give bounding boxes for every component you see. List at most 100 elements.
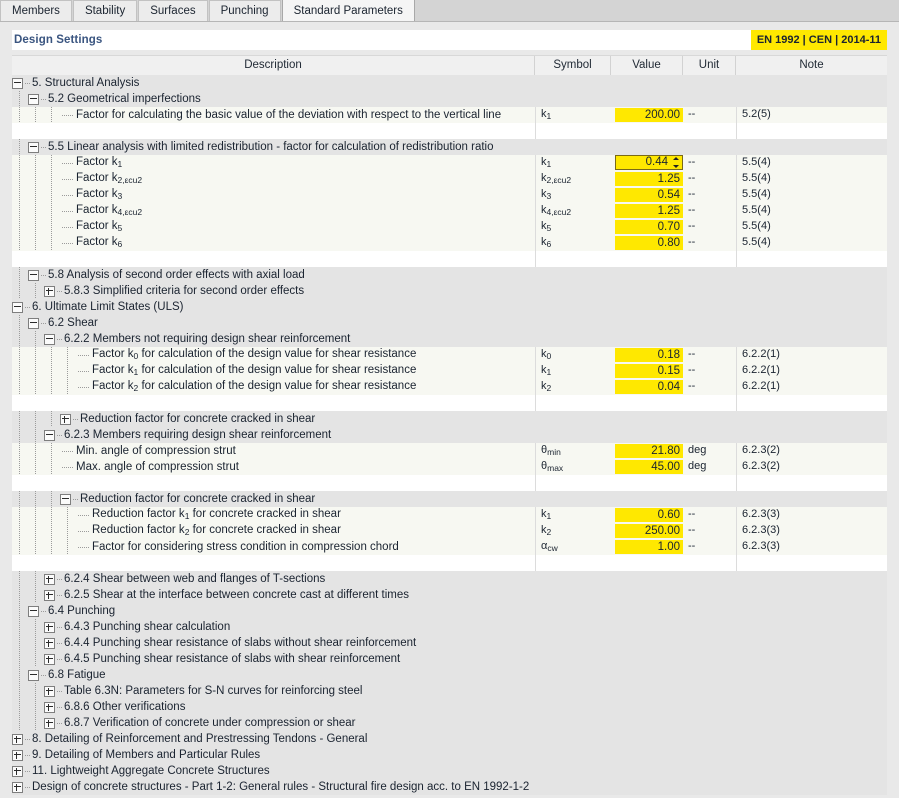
column-header-description[interactable]: Description [12,56,535,75]
value-input[interactable]: 200.00 [615,108,683,122]
parameter-row[interactable]: Factor k2,εcu2k2,εcu21.25--5.5(4) [12,171,887,187]
value-input[interactable]: 1.00 [615,540,683,554]
tree-group-row[interactable]: 6.4.3 Punching shear calculation [12,619,887,635]
value-input[interactable]: 0.15 [615,364,683,378]
tree-group-row[interactable]: 6. Ultimate Limit States (ULS) [12,299,887,315]
collapse-icon[interactable] [28,270,39,281]
parameter-row[interactable]: Reduction factor k2 for concrete cracked… [12,523,887,539]
expand-icon[interactable] [12,766,23,777]
value-input[interactable]: 0.60 [615,508,683,522]
column-header-unit[interactable]: Unit [683,56,736,75]
tree-group-row[interactable]: 5.8 Analysis of second order effects wit… [12,267,887,283]
parameter-row[interactable]: Max. angle of compression strutθmax45.00… [12,459,887,475]
parameter-row[interactable]: Factor k4,εcu2k4,εcu21.25--5.5(4) [12,203,887,219]
value-input[interactable]: 21.80 [615,444,683,458]
tree-group-row[interactable]: 5.2 Geometrical imperfections [12,91,887,107]
expand-icon[interactable] [12,750,23,761]
expand-icon[interactable] [12,782,23,793]
tree-group-row[interactable]: 6.4 Punching [12,603,887,619]
expand-icon[interactable] [44,638,55,649]
collapse-icon[interactable] [12,78,23,89]
column-header-symbol[interactable]: Symbol [535,56,611,75]
parameter-row[interactable]: Min. angle of compression strutθmin21.80… [12,443,887,459]
collapse-icon[interactable] [44,334,55,345]
tab-standard-parameters[interactable]: Standard Parameters [282,0,415,21]
parameter-row[interactable]: Factor k5k50.70--5.5(4) [12,219,887,235]
tree-group-row[interactable]: 9. Detailing of Members and Particular R… [12,747,887,763]
tab-stability[interactable]: Stability [73,0,137,21]
tree-group-row[interactable]: 11. Lightweight Aggregate Concrete Struc… [12,763,887,779]
value-cell[interactable]: 0.18 [611,347,683,363]
value-cell[interactable]: 1.25 [611,171,683,187]
value-input[interactable]: 45.00 [615,460,683,474]
tree-group-row[interactable]: Reduction factor for concrete cracked in… [12,411,887,427]
value-cell[interactable]: 0.54 [611,187,683,203]
expand-icon[interactable] [44,574,55,585]
value-input[interactable]: 0.18 [615,348,683,362]
collapse-icon[interactable] [60,494,71,505]
tree-group-row[interactable]: 8. Detailing of Reinforcement and Prestr… [12,731,887,747]
tree-group-row[interactable]: Reduction factor for concrete cracked in… [12,491,887,507]
value-cell[interactable]: 250.00 [611,523,683,539]
collapse-icon[interactable] [28,318,39,329]
value-cell[interactable]: 0.04 [611,379,683,395]
tree-group-row[interactable]: 6.2.3 Members requiring design shear rei… [12,427,887,443]
collapse-icon[interactable] [28,606,39,617]
value-input[interactable]: 0.70 [615,220,683,234]
tree-group-row[interactable]: Design of concrete structures - Part 1-2… [12,779,887,795]
spinner-icon[interactable] [672,157,680,168]
value-cell[interactable]: 200.00 [611,107,683,123]
expand-icon[interactable] [44,718,55,729]
value-cell[interactable]: 1.00 [611,539,683,555]
tree-group-row[interactable]: 6.8.6 Other verifications [12,699,887,715]
value-input[interactable]: 0.04 [615,380,683,394]
collapse-icon[interactable] [44,430,55,441]
value-cell[interactable]: 1.25 [611,203,683,219]
column-header-note[interactable]: Note [736,56,887,75]
tree-group-row[interactable]: Table 6.3N: Parameters for S-N curves fo… [12,683,887,699]
column-header-value[interactable]: Value [611,56,683,75]
parameter-row[interactable]: Factor k1k10.44--5.5(4) [12,155,887,171]
value-input[interactable]: 1.25 [615,204,683,218]
value-cell[interactable]: 21.80 [611,443,683,459]
expand-icon[interactable] [12,734,23,745]
value-input[interactable]: 250.00 [615,524,683,538]
value-input[interactable]: 0.80 [615,236,683,250]
tree-group-row[interactable]: 5. Structural Analysis [12,75,887,91]
parameter-row[interactable]: Factor for considering stress condition … [12,539,887,555]
tree-group-row[interactable]: 6.2.4 Shear between web and flanges of T… [12,571,887,587]
value-cell[interactable]: 0.70 [611,219,683,235]
collapse-icon[interactable] [28,670,39,681]
parameter-row[interactable]: Reduction factor k1 for concrete cracked… [12,507,887,523]
value-cell[interactable]: 0.80 [611,235,683,251]
tab-punching[interactable]: Punching [209,0,281,21]
value-cell[interactable]: 0.60 [611,507,683,523]
expand-icon[interactable] [44,686,55,697]
tree-group-row[interactable]: 5.5 Linear analysis with limited redistr… [12,139,887,155]
parameter-row[interactable]: Factor k6k60.80--5.5(4) [12,235,887,251]
parameter-row[interactable]: Factor k3k30.54--5.5(4) [12,187,887,203]
collapse-icon[interactable] [28,94,39,105]
parameter-row[interactable]: Factor k0 for calculation of the design … [12,347,887,363]
expand-icon[interactable] [44,654,55,665]
parameter-row[interactable]: Factor k1 for calculation of the design … [12,363,887,379]
tab-surfaces[interactable]: Surfaces [138,0,207,21]
parameter-row[interactable]: Factor for calculating the basic value o… [12,107,887,123]
value-input[interactable]: 1.25 [615,172,683,186]
value-cell[interactable]: 0.15 [611,363,683,379]
tree-group-row[interactable]: 6.8 Fatigue [12,667,887,683]
tree-group-row[interactable]: 6.2.2 Members not requiring design shear… [12,331,887,347]
expand-icon[interactable] [44,286,55,297]
parameter-row[interactable]: Factor k2 for calculation of the design … [12,379,887,395]
value-cell[interactable]: 45.00 [611,459,683,475]
tree-group-row[interactable]: 6.4.4 Punching shear resistance of slabs… [12,635,887,651]
expand-icon[interactable] [44,590,55,601]
collapse-icon[interactable] [12,302,23,313]
expand-icon[interactable] [44,622,55,633]
tree-group-row[interactable]: 5.8.3 Simplified criteria for second ord… [12,283,887,299]
expand-icon[interactable] [60,414,71,425]
tab-members[interactable]: Members [0,0,72,21]
tree-group-row[interactable]: 6.4.5 Punching shear resistance of slabs… [12,651,887,667]
tree-group-row[interactable]: 6.2.5 Shear at the interface between con… [12,587,887,603]
value-input[interactable]: 0.54 [615,188,683,202]
